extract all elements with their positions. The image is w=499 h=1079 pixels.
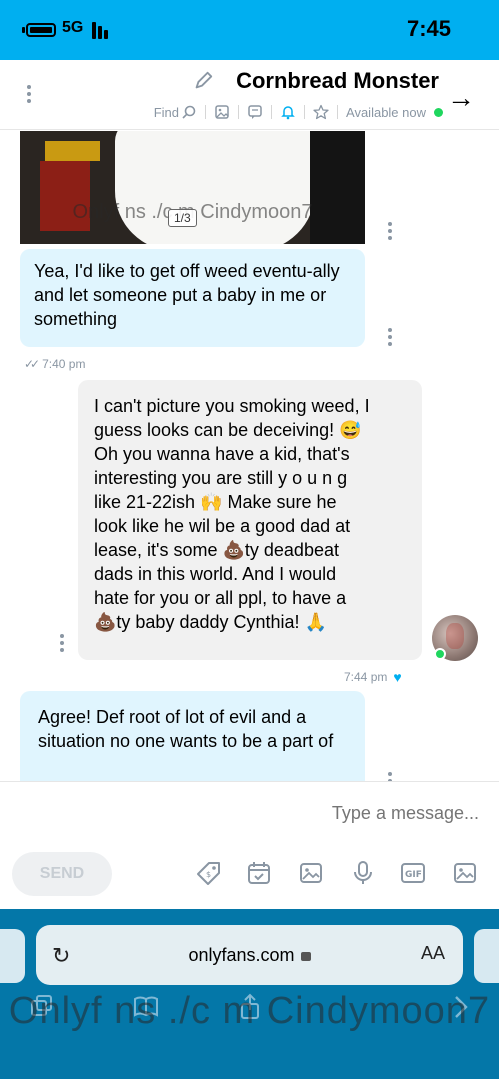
notification-bell-icon[interactable] [280,104,296,120]
message-options-icon[interactable] [384,325,396,349]
status-time: 7:45 [406,16,451,41]
message-line: dads in this world. And I would [94,564,337,584]
message-time: 7:40 pm [42,357,86,371]
message-options-icon[interactable] [56,631,68,655]
price-tag-icon[interactable]: $ [196,860,222,886]
divider [271,105,273,119]
header-status-row: Find Available now [154,102,443,122]
message-line: hate for you or all ppl, to have a [94,588,347,608]
svg-text:$: $ [206,870,211,879]
message-line: lease, it's some 💩ty deadbeat [94,540,339,560]
message-meta: ✓✓ 7:40 pm [24,357,85,371]
next-tab-card[interactable] [474,929,499,983]
add-photo-icon[interactable] [452,860,478,886]
divider [337,105,339,119]
online-indicator [434,107,443,117]
battery-icon [26,23,56,37]
text-size-button[interactable]: AA [421,943,445,964]
chat-header: Cornbread Monster → Find Available now [0,60,499,130]
incoming-message[interactable]: Agree! Def root of lot of evil and a sit… [20,691,365,781]
address-bar[interactable]: ↻ onlyfans.com AA [36,925,463,985]
battery-tip-icon [22,27,25,33]
message-line: like 21-22ish 🙌 Make sure he [94,492,337,512]
tip-message-icon[interactable] [247,104,263,120]
message-composer: SEND $ GIF [0,781,499,909]
gallery-icon[interactable] [214,104,230,120]
availability-status: Available now [346,104,426,120]
read-checks-icon: ✓✓ [24,357,40,371]
status-bar: 5G 7:45 [0,0,499,60]
edit-name-icon[interactable] [192,70,214,92]
divider [205,105,207,119]
media-counter: 1/3 [168,209,197,227]
message-line: look like he wil be a good dad at [94,516,351,536]
schedule-calendar-icon[interactable] [246,860,272,886]
chat-user-name[interactable]: Cornbread Monster [236,68,439,94]
message-line: I can't picture you smoking weed, I [94,396,370,416]
message-line: guess looks can be deceiving! 😅 [94,420,362,440]
media-message[interactable]: Onlyf ns ./c m Cindymoon7 1/3 [20,131,365,244]
message-meta: 7:44 pm ♥ [344,669,402,685]
search-icon [182,105,196,119]
find-label[interactable]: Find [154,104,197,120]
svg-text:GIF: GIF [405,870,422,880]
heart-icon[interactable]: ♥ [393,669,401,685]
bottom-watermark: Onlyf ns ./c m Cindymoon7 [8,990,491,1032]
url-text: onlyfans.com [188,945,295,965]
message-options-icon[interactable] [384,219,396,243]
incoming-message[interactable]: Yea, I'd like to get off weed eventu-all… [20,249,365,347]
back-arrow-icon[interactable]: → [447,84,475,112]
message-line: 💩ty baby daddy Cynthia! 🙏 [94,612,327,632]
divider [238,105,240,119]
gif-icon[interactable]: GIF [400,860,426,886]
microphone-icon[interactable] [350,860,376,886]
send-button[interactable]: SEND [12,852,112,896]
vault-icon[interactable] [298,860,324,886]
outgoing-message[interactable]: I can't picture you smoking weed, I gues… [78,380,422,660]
message-input[interactable] [19,796,479,830]
message-options-icon[interactable] [384,769,396,781]
lock-icon [300,952,311,961]
star-icon[interactable] [313,104,329,120]
more-options-icon[interactable] [22,82,36,112]
message-line: interesting you are still y o u n g [94,468,348,488]
online-indicator [434,648,446,660]
network-type: 5G [62,19,84,36]
message-text: Yea, I'd like to get off weed eventu-all… [34,261,340,329]
previous-tab-card[interactable] [0,929,25,983]
divider [304,105,306,119]
message-time: 7:44 pm [344,670,388,684]
message-line: Oh you wanna have a kid, that's [94,444,350,464]
message-list[interactable]: Onlyf ns ./c m Cindymoon7 1/3 Yea, I'd l… [0,131,499,781]
message-text: Agree! Def root of lot of evil and a sit… [38,707,334,751]
